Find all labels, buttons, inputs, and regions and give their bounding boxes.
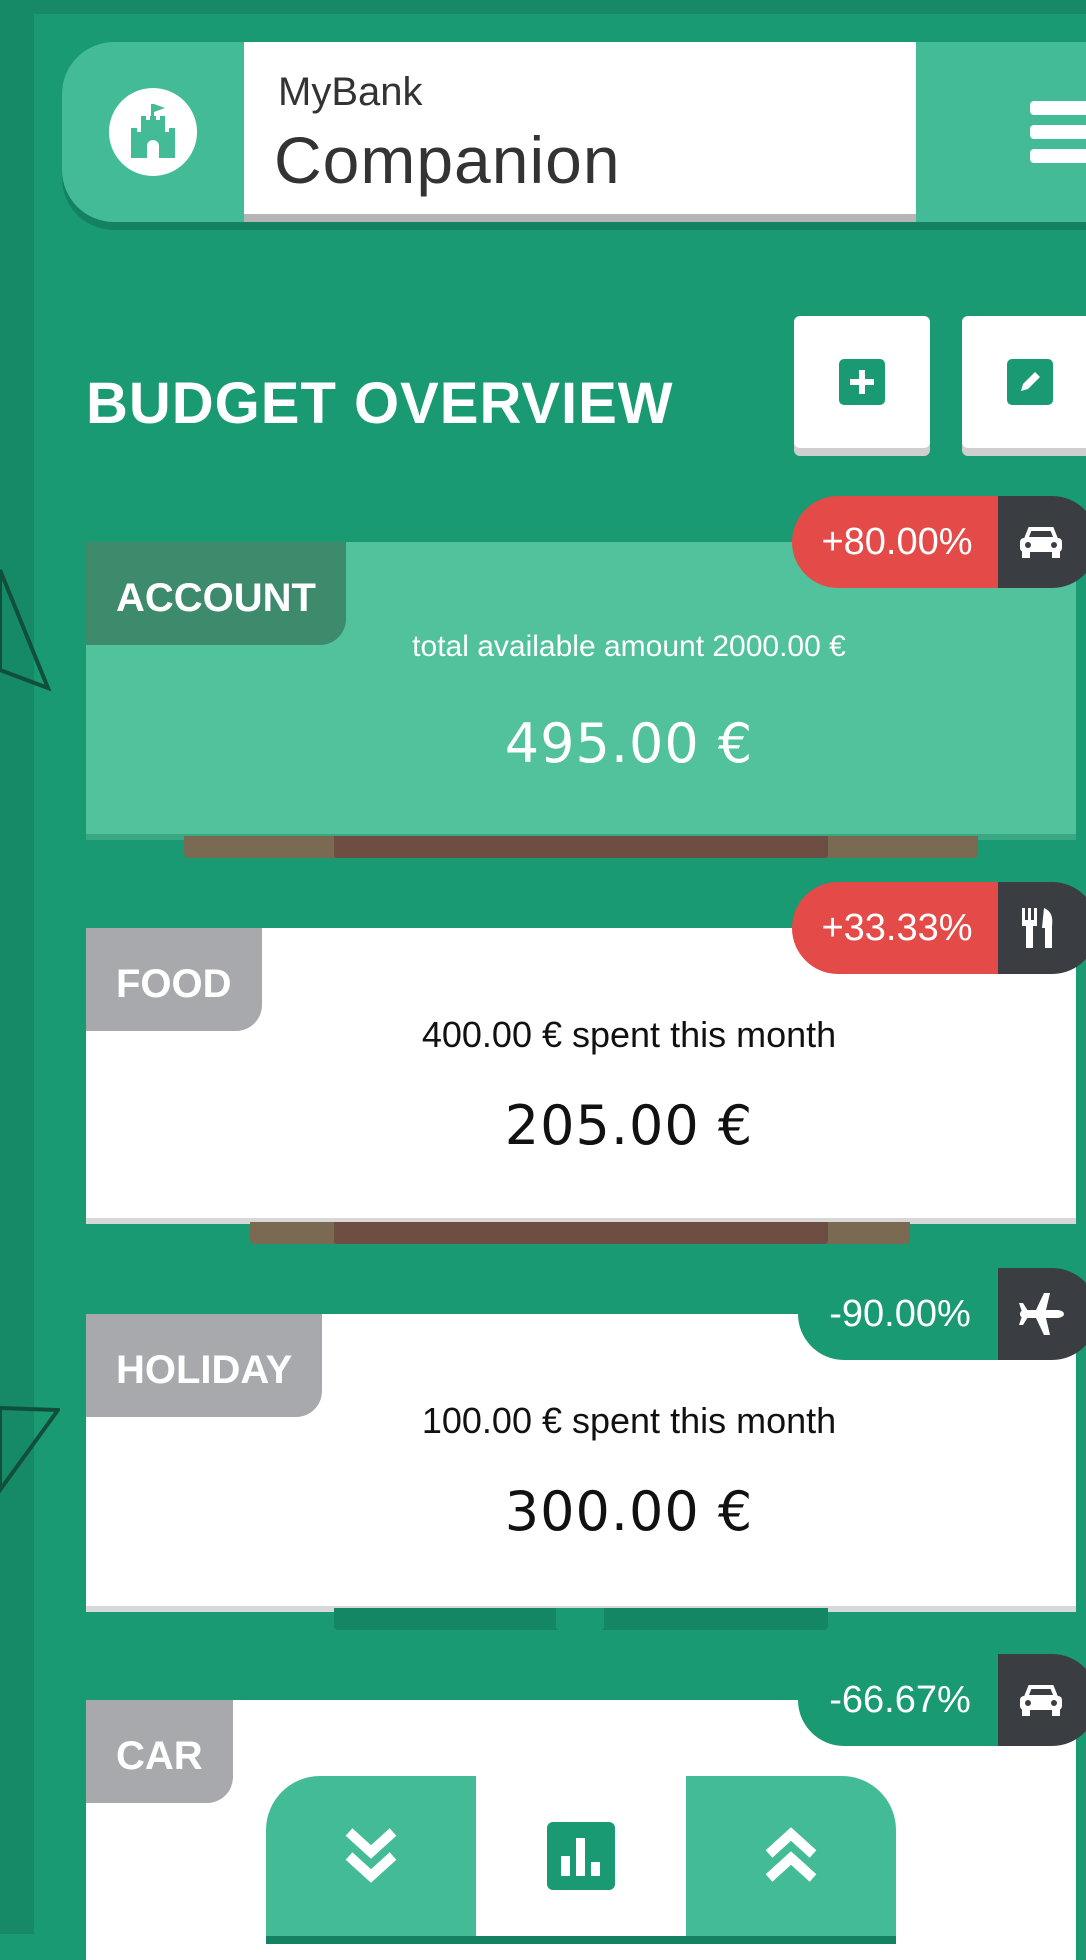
- double-chevron-up-icon: [765, 1827, 817, 1882]
- car-icon: [998, 496, 1086, 588]
- card-amount: 205.00 €: [504, 1094, 754, 1157]
- change-badge: +80.00%: [792, 496, 1002, 588]
- leaf-decoration: [0, 1405, 60, 1494]
- home-button[interactable]: [62, 42, 244, 222]
- castle-icon: [109, 88, 197, 176]
- card-subtitle: 100.00 € spent this month: [421, 1400, 837, 1441]
- scroll-down-button[interactable]: [266, 1776, 476, 1936]
- budget-progress-fill: [334, 1222, 828, 1244]
- double-chevron-down-icon: [345, 1828, 397, 1883]
- app-subtitle: MyBank: [278, 70, 423, 114]
- budget-progress-fill: [556, 1608, 605, 1630]
- app-title: Companion: [274, 123, 621, 197]
- add-budget-button[interactable]: [794, 316, 930, 448]
- plus-square-icon: [839, 359, 885, 405]
- car-icon: [998, 1654, 1086, 1746]
- budget-progress-fill: [334, 836, 828, 858]
- card-tag: CAR: [86, 1700, 233, 1803]
- card-subtitle: 400.00 € spent this month: [421, 1014, 837, 1055]
- window-frame-left: [0, 0, 34, 1934]
- bottom-navigation: [266, 1776, 896, 1936]
- menu-button[interactable]: [916, 42, 1086, 222]
- budget-progress-bar: [250, 1222, 910, 1244]
- card-amount: 495.00 €: [504, 712, 754, 775]
- section-title: BUDGET OVERVIEW: [86, 371, 674, 436]
- change-badge: -66.67%: [798, 1654, 1002, 1746]
- hamburger-icon: [1030, 91, 1086, 173]
- edit-budget-button[interactable]: [962, 316, 1086, 448]
- bar-chart-icon: [547, 1822, 615, 1890]
- scroll-up-button[interactable]: [686, 1776, 896, 1936]
- statistics-button[interactable]: [476, 1776, 686, 1936]
- app-title-box: MyBank Companion: [244, 42, 916, 222]
- app-header: MyBank Companion: [62, 42, 1086, 222]
- leaf-decoration: [0, 569, 52, 692]
- airplane-icon: [998, 1268, 1086, 1360]
- change-badge: +33.33%: [792, 882, 1002, 974]
- budget-progress-bar: [184, 836, 978, 858]
- card-subtitle: total available amount 2000.00 €: [412, 630, 846, 663]
- window-frame-top: [0, 0, 1086, 14]
- pencil-square-icon: [1007, 359, 1053, 405]
- card-amount: 300.00 €: [504, 1480, 754, 1543]
- budget-progress-bar: [334, 1608, 828, 1630]
- cutlery-icon: [998, 882, 1086, 974]
- change-badge: -90.00%: [798, 1268, 1002, 1360]
